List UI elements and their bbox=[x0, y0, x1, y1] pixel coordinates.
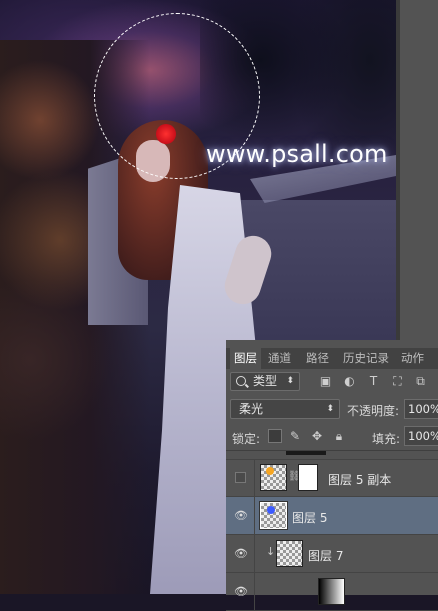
blend-mode-value: 柔光 bbox=[239, 402, 264, 416]
tab-channels[interactable]: 通道 bbox=[268, 348, 291, 369]
eye-icon[interactable]: 👁︎ bbox=[234, 509, 248, 523]
tab-paths[interactable]: 路径 bbox=[306, 348, 329, 369]
layers-panel: 图层 通道 路径 历史记录 动作 类型 ⬍ ▣ ◐ T ⛶ ⧉ 柔光 ⬍ 不透明… bbox=[226, 340, 438, 611]
thumb-dot-icon bbox=[266, 467, 274, 475]
smart-object-filter-icon[interactable]: ⧉ bbox=[414, 375, 427, 387]
layer-row[interactable]: 👁︎ ↓ 图层 7 bbox=[226, 535, 438, 573]
lock-row: 锁定: ✎ ✥ 🔒︎ 填充: 100% bbox=[226, 426, 438, 448]
layers-list: ⛓ 图层 5 副本 👁︎ 图层 5 👁︎ ↓ 图层 7 👁︎ bbox=[226, 450, 438, 611]
layer-thumbnail bbox=[276, 540, 303, 567]
filter-kind-label: 类型 bbox=[253, 374, 278, 388]
fill-label: 填充: bbox=[372, 432, 401, 446]
thumb-dot-icon bbox=[267, 506, 275, 514]
eye-icon[interactable]: 👁︎ bbox=[234, 547, 248, 561]
panel-tabs: 图层 通道 路径 历史记录 动作 bbox=[226, 348, 438, 369]
clipping-mask-icon: ↓ bbox=[266, 545, 276, 558]
adjustment-filter-icon[interactable]: ◐ bbox=[343, 375, 356, 387]
layer-name: 图层 7 bbox=[308, 549, 344, 563]
layer-thumbnail bbox=[259, 501, 288, 530]
updown-arrow-icon: ⬍ bbox=[286, 376, 294, 386]
tab-history[interactable]: 历史记录 bbox=[343, 348, 389, 369]
opacity-label: 不透明度: bbox=[347, 404, 400, 418]
lock-label: 锁定: bbox=[232, 432, 261, 446]
layer-row[interactable]: ⛓ 图层 5 副本 bbox=[226, 459, 438, 497]
layer-filter-row: 类型 ⬍ ▣ ◐ T ⛶ ⧉ bbox=[226, 371, 438, 394]
image-filter-icon[interactable]: ▣ bbox=[319, 375, 332, 387]
lock-all-icon[interactable]: 🔒︎ bbox=[332, 429, 346, 443]
layer-thumbnail bbox=[260, 464, 287, 491]
layer-row-partial[interactable]: 👁︎ bbox=[226, 573, 438, 611]
type-filter-icon[interactable]: T bbox=[367, 375, 380, 387]
layer-mask-thumbnail[interactable] bbox=[298, 464, 318, 491]
lock-position-icon[interactable]: ✥ bbox=[310, 429, 324, 443]
updown-arrow-icon: ⬍ bbox=[326, 404, 334, 414]
blend-row: 柔光 ⬍ 不透明度: 100% bbox=[226, 398, 438, 422]
shape-filter-icon[interactable]: ⛶ bbox=[391, 375, 404, 387]
layer-name: 图层 5 副本 bbox=[328, 473, 392, 487]
watermark-text: www.psall.com bbox=[206, 140, 388, 168]
lock-image-pixels-icon[interactable]: ✎ bbox=[288, 429, 302, 443]
tab-actions[interactable]: 动作 bbox=[401, 348, 424, 369]
tab-layers[interactable]: 图层 bbox=[230, 348, 261, 369]
layer-row[interactable]: 👁︎ 图层 5 bbox=[226, 497, 438, 535]
fill-input[interactable]: 100% bbox=[404, 426, 438, 446]
search-icon bbox=[236, 376, 246, 386]
filter-kind-select[interactable]: 类型 ⬍ bbox=[230, 372, 300, 391]
eye-icon[interactable]: 👁︎ bbox=[234, 585, 248, 599]
layer-thumbnail bbox=[318, 578, 345, 605]
blend-mode-select[interactable]: 柔光 ⬍ bbox=[230, 399, 340, 419]
layer-name: 图层 5 bbox=[292, 511, 328, 525]
link-icon[interactable]: ⛓ bbox=[288, 470, 301, 484]
lock-transparent-pixels-icon[interactable] bbox=[268, 429, 282, 443]
opacity-input[interactable]: 100% bbox=[404, 399, 438, 419]
visibility-toggle-off[interactable] bbox=[235, 472, 246, 483]
